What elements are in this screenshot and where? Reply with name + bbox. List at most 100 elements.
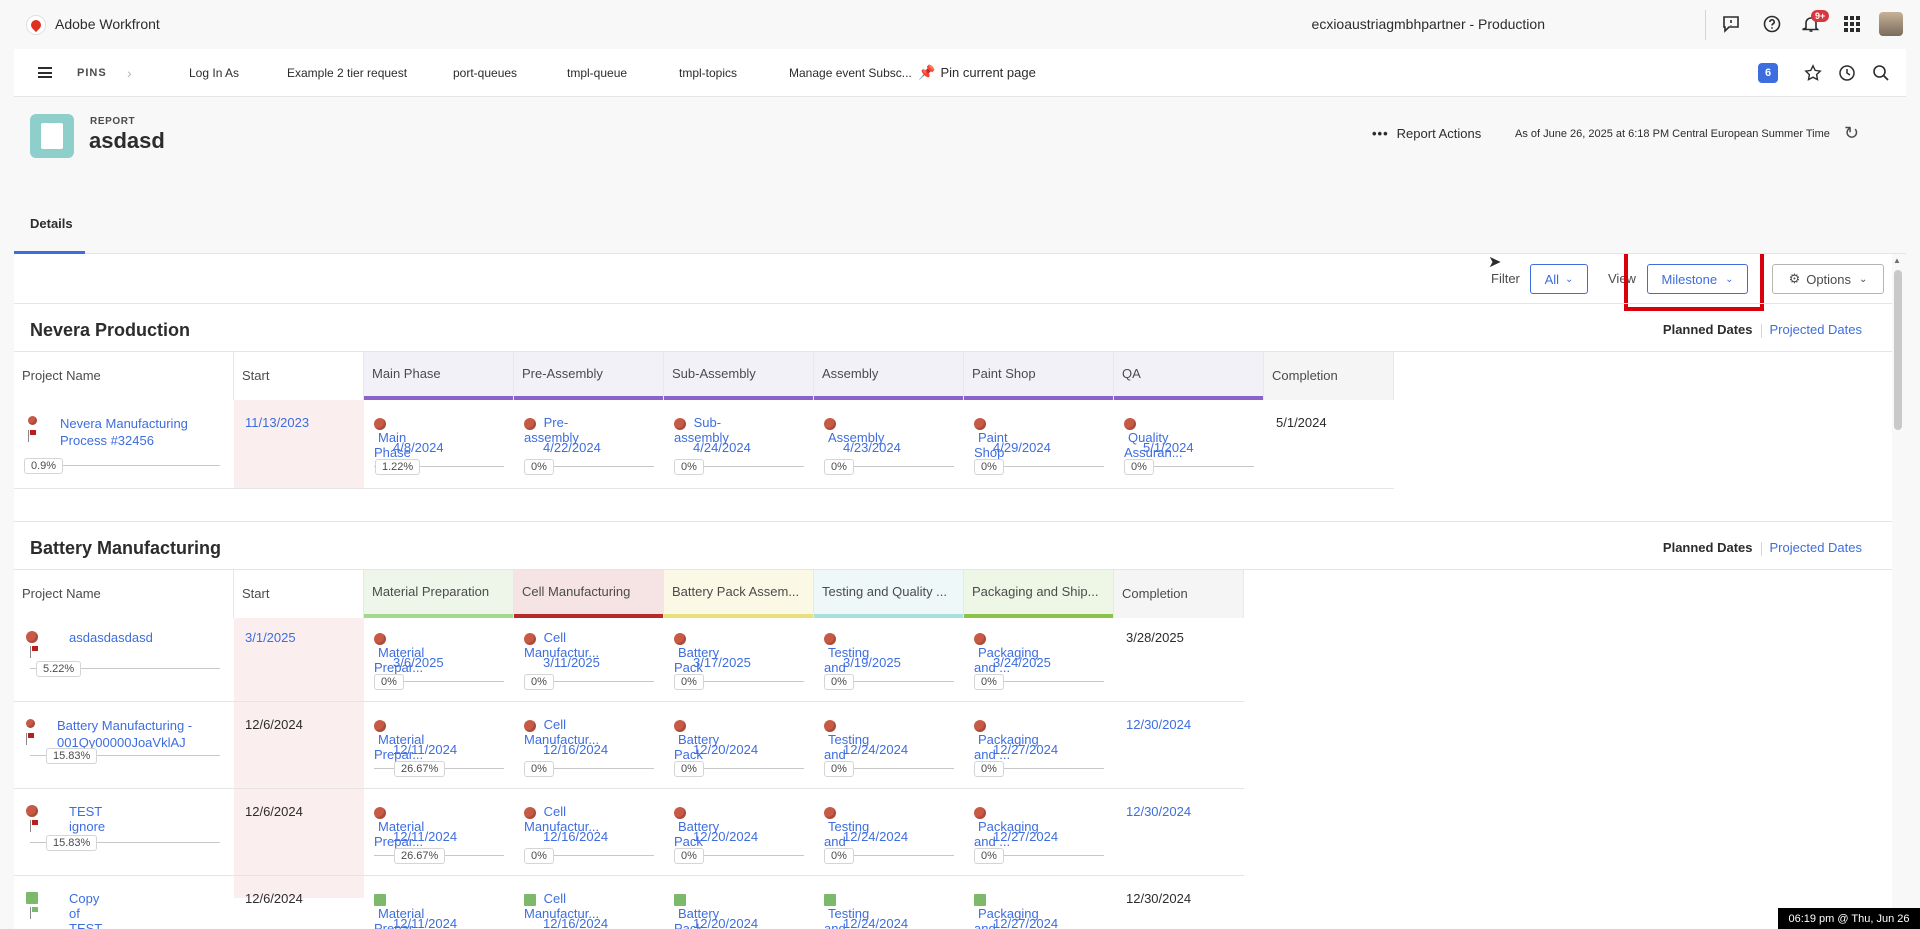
- tab-bar: Details: [14, 198, 1906, 254]
- filter-dropdown[interactable]: All ⌄: [1530, 264, 1588, 294]
- milestone-percent: 0%: [824, 674, 854, 690]
- pushpin-icon: 📌: [918, 64, 936, 80]
- column-header-phase[interactable]: Main Phase: [364, 352, 514, 400]
- status-ball-icon: [374, 806, 386, 819]
- workfront-logo-icon[interactable]: [26, 15, 46, 35]
- milestone-date: 12/24/2024: [843, 742, 909, 757]
- group-title: Nevera Production: [30, 320, 191, 340]
- milestone-date: 3/6/2025: [393, 655, 444, 670]
- column-header-phase[interactable]: Material Preparation: [364, 570, 514, 618]
- column-header-completion[interactable]: Completion: [1114, 570, 1244, 618]
- pin-current-page-button[interactable]: 📌 Pin current page: [918, 64, 1036, 81]
- pins-label: PINS: [77, 67, 107, 79]
- search-icon[interactable]: [1869, 61, 1893, 85]
- column-header-phase[interactable]: Testing and Quality ...: [814, 570, 964, 618]
- column-header-start[interactable]: Start: [234, 570, 364, 618]
- pin-item[interactable]: port-queues: [453, 66, 517, 80]
- report-actions-button[interactable]: ••• Report Actions: [1372, 126, 1481, 141]
- pin-item[interactable]: tmpl-topics: [679, 66, 737, 80]
- completion-date: 3/28/2025: [1126, 630, 1184, 645]
- project-link[interactable]: asdasdasdasd: [69, 630, 153, 645]
- milestone-percent: 0%: [524, 459, 554, 475]
- column-header-phase[interactable]: Battery Pack Assem...: [664, 570, 814, 618]
- scroll-up-arrow-icon[interactable]: ▲: [1893, 256, 1901, 265]
- milestone-percent: 26.67%: [394, 761, 446, 777]
- pin-item[interactable]: Example 2 tier request: [287, 66, 407, 80]
- milestone-percent: 0%: [974, 761, 1004, 777]
- phase-label: Main Phase: [372, 366, 441, 381]
- milestone-percent: 26.67%: [394, 848, 446, 864]
- milestone-date: 12/27/2024: [993, 916, 1059, 929]
- notification-count-badge: 9+: [1811, 10, 1830, 22]
- divider: [14, 521, 1892, 522]
- user-avatar[interactable]: [1879, 12, 1903, 36]
- projected-dates-toggle[interactable]: Projected Dates: [1770, 540, 1863, 555]
- phase-label: Paint Shop: [972, 366, 1036, 381]
- tenant-name[interactable]: ecxioaustriagmbhpartner - Production: [1312, 16, 1545, 32]
- status-chart-icon: [824, 893, 836, 906]
- refresh-icon[interactable]: ↻: [1844, 123, 1859, 144]
- status-ball-icon: [1124, 417, 1136, 430]
- column-header-project[interactable]: Project Name: [14, 570, 234, 618]
- column-header-phase[interactable]: Paint Shop: [964, 352, 1114, 400]
- start-date: 12/6/2024: [245, 891, 303, 906]
- planned-dates-toggle[interactable]: Planned Dates: [1663, 540, 1753, 555]
- column-header-project[interactable]: Project Name: [14, 352, 234, 400]
- project-link[interactable]: TEST ignore: [69, 804, 105, 834]
- completion-date: 12/30/2024: [1126, 717, 1192, 732]
- column-header-phase[interactable]: QA: [1114, 352, 1264, 400]
- column-header-phase[interactable]: Cell Manufacturing: [514, 570, 664, 618]
- system-clock: 06:19 pm @ Thu, Jun 26: [1778, 908, 1920, 929]
- tab-details[interactable]: Details: [30, 216, 73, 231]
- pins-count-badge[interactable]: 6: [1758, 63, 1778, 83]
- pin-item[interactable]: Log In As: [189, 66, 239, 80]
- filter-value: All: [1544, 271, 1560, 287]
- chevron-down-icon: ⌄: [1565, 273, 1574, 285]
- app-launcher-grid-icon[interactable]: [1840, 12, 1864, 36]
- page-title: asdasd: [89, 128, 165, 153]
- milestone-date: 3/19/2025: [843, 655, 901, 670]
- options-dropdown[interactable]: ⚙ Options ⌄: [1772, 264, 1884, 294]
- project-link[interactable]: Battery Manufacturing - 001Qy00000JoaVkl…: [57, 717, 222, 751]
- column-header-phase[interactable]: Packaging and Ship...: [964, 570, 1114, 618]
- history-icon[interactable]: [1835, 61, 1859, 85]
- status-icon: [26, 889, 40, 919]
- projected-dates-toggle[interactable]: Projected Dates: [1770, 322, 1863, 337]
- milestone-percent: 0%: [674, 848, 704, 864]
- status-icon: [26, 715, 36, 745]
- help-icon[interactable]: [1760, 12, 1784, 36]
- status-ball-icon: [674, 719, 686, 732]
- pin-item[interactable]: Manage event Subsc...: [789, 66, 912, 80]
- project-link[interactable]: Copy of TEST ignore: [69, 891, 105, 929]
- status-ball-icon: [824, 806, 836, 819]
- project-link[interactable]: Nevera Manufacturing Process #32456: [60, 415, 220, 449]
- report-timestamp: As of June 26, 2025 at 6:18 PM Central E…: [1515, 128, 1830, 140]
- feedback-icon[interactable]: [1719, 12, 1743, 36]
- phase-label: Sub-Assembly: [672, 366, 756, 381]
- phase-label: Testing and Quality ...: [822, 584, 948, 599]
- vertical-scrollbar[interactable]: [1894, 270, 1902, 430]
- status-chart-icon: [674, 893, 686, 906]
- milestone-percent: 0%: [824, 848, 854, 864]
- filter-label: Filter: [1491, 271, 1520, 286]
- status-ball-icon: [374, 632, 386, 645]
- column-header-phase[interactable]: Pre-Assembly: [514, 352, 664, 400]
- status-icon: [26, 802, 40, 832]
- app-name[interactable]: Adobe Workfront: [55, 16, 160, 32]
- column-header-phase[interactable]: Sub-Assembly: [664, 352, 814, 400]
- milestone-date: 4/24/2024: [693, 440, 751, 455]
- hamburger-menu-icon[interactable]: [38, 67, 52, 78]
- column-header-phase[interactable]: Assembly: [814, 352, 964, 400]
- milestone-date: 12/20/2024: [693, 742, 759, 757]
- column-header-completion[interactable]: Completion: [1264, 352, 1394, 400]
- milestone-percent: 0%: [524, 674, 554, 690]
- phase-label: Packaging and Ship...: [972, 584, 1099, 599]
- milestone-percent: 0%: [674, 459, 704, 475]
- star-icon[interactable]: [1801, 61, 1825, 85]
- planned-dates-toggle[interactable]: Planned Dates: [1663, 322, 1753, 337]
- column-header-start[interactable]: Start: [234, 352, 364, 400]
- report-actions-label: Report Actions: [1396, 126, 1482, 141]
- milestone-date: 12/16/2024: [543, 916, 609, 929]
- status-ball-icon: [374, 417, 386, 430]
- pin-item[interactable]: tmpl-queue: [567, 66, 627, 80]
